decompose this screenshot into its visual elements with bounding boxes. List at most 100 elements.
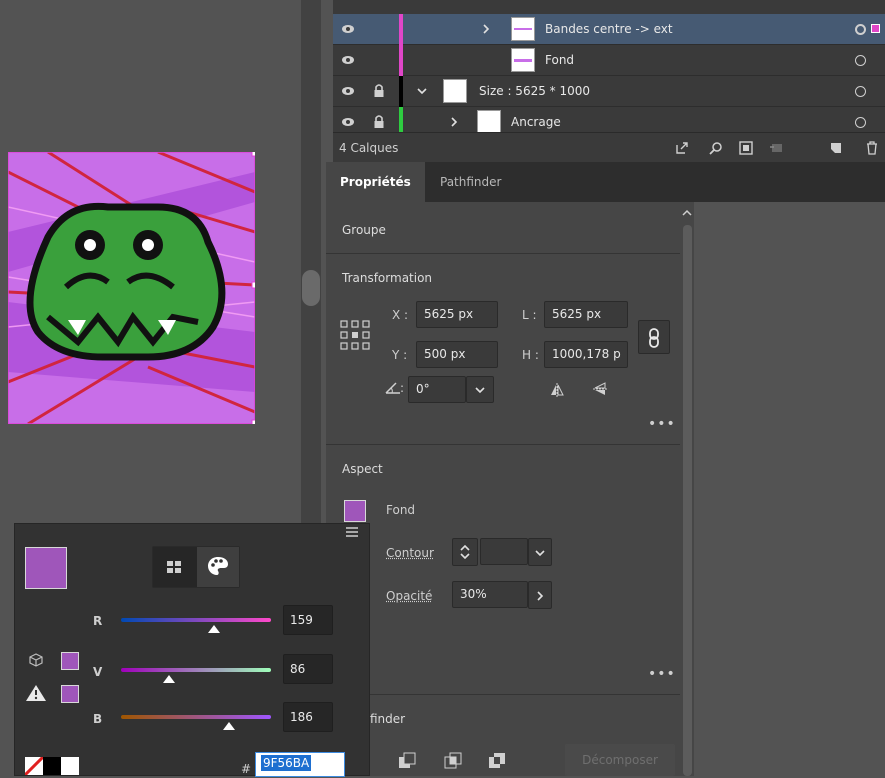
out-of-gamut-warning-icon[interactable] <box>25 684 47 702</box>
out-of-web-gamut-cube-icon[interactable] <box>29 653 43 667</box>
white-color-swatch[interactable] <box>61 757 79 775</box>
stroke-dropdown-button[interactable] <box>528 538 552 566</box>
tab-properties[interactable]: Propriétés <box>326 162 425 202</box>
target-icon[interactable] <box>855 55 866 66</box>
layer-name: Fond <box>545 53 574 67</box>
layer-name: Size : 5625 * 1000 <box>479 84 590 98</box>
opacity-label[interactable]: Opacité <box>386 589 432 603</box>
b-slider-thumb[interactable] <box>223 722 235 730</box>
layer-name: Bandes centre -> ext <box>545 22 673 36</box>
scroll-up-icon[interactable] <box>681 208 693 218</box>
lock-icon[interactable] <box>373 83 385 98</box>
chevron-down-icon[interactable] <box>415 84 429 98</box>
r-slider-thumb[interactable] <box>208 625 220 633</box>
r-value-input[interactable]: 159 <box>283 605 333 635</box>
new-sublayer-icon[interactable] <box>769 141 783 155</box>
width-input[interactable]: 5625 px <box>544 301 628 328</box>
layer-row-size[interactable]: Size : 5625 * 1000 <box>333 76 885 107</box>
height-label: H : <box>522 348 539 362</box>
stroke-label[interactable]: Contour <box>386 546 434 560</box>
palette-icon <box>207 556 229 576</box>
canvas-scrollbar-thumb[interactable] <box>302 270 320 306</box>
hex-value-selected: 9F56BA <box>261 755 311 771</box>
reference-point-icon[interactable] <box>340 320 370 350</box>
color-mode-toggle <box>152 546 240 588</box>
none-color-swatch[interactable] <box>25 757 43 775</box>
link-icon <box>647 328 661 348</box>
target-icon[interactable] <box>855 86 866 97</box>
height-input[interactable]: 1000,178 p <box>544 341 628 368</box>
fill-color-swatch[interactable] <box>344 500 366 522</box>
clipping-mask-icon[interactable] <box>739 141 753 155</box>
in-gamut-color-swatch[interactable] <box>61 685 79 703</box>
stroke-weight-stepper[interactable] <box>452 538 478 566</box>
current-color-swatch[interactable] <box>25 547 67 589</box>
r-label: R <box>93 614 102 628</box>
color-mixer-mode-button[interactable] <box>197 547 239 587</box>
angle-input[interactable]: 0° <box>408 376 466 403</box>
panel-menu-icon[interactable] <box>345 526 359 538</box>
visibility-eye-icon[interactable] <box>341 22 355 36</box>
layer-name: Ancrage <box>511 115 561 129</box>
b-slider-track[interactable] <box>121 715 271 719</box>
opacity-flyout-button[interactable] <box>528 581 552 609</box>
target-selected-icon[interactable] <box>855 24 866 35</box>
layer-thumbnail <box>443 79 467 103</box>
chevron-right-icon[interactable] <box>479 22 493 36</box>
target-icon[interactable] <box>855 117 866 128</box>
b-value-input[interactable]: 186 <box>283 702 333 732</box>
angle-colon: : <box>400 381 404 395</box>
hex-input[interactable]: 9F56BA <box>255 752 345 777</box>
v-label: V <box>93 665 102 679</box>
angle-dropdown-button[interactable] <box>466 376 494 403</box>
layer-row-bandes[interactable]: Bandes centre -> ext <box>333 14 885 45</box>
intersect-icon[interactable] <box>444 752 462 770</box>
expand-button[interactable]: Décomposer <box>565 744 675 776</box>
black-color-swatch[interactable] <box>43 757 61 775</box>
minus-front-icon[interactable] <box>398 752 416 770</box>
layer-row-fond[interactable]: Fond <box>333 45 885 76</box>
pathfinder-section-title: finder <box>370 712 405 726</box>
divider <box>326 253 680 254</box>
x-label: X : <box>392 308 408 322</box>
divider <box>326 444 680 445</box>
visibility-eye-icon[interactable] <box>341 84 355 98</box>
web-safe-color-swatch[interactable] <box>61 652 79 670</box>
lock-icon[interactable] <box>373 114 385 129</box>
tab-pathfinder[interactable]: Pathfinder <box>426 162 515 202</box>
new-layer-icon[interactable] <box>829 141 843 155</box>
layer-thumbnail <box>477 110 501 134</box>
export-icon[interactable] <box>675 141 689 155</box>
selected-artwork[interactable] <box>8 152 255 424</box>
opacity-input[interactable]: 30% <box>452 581 528 608</box>
layer-thumbnail <box>511 17 535 41</box>
trash-icon[interactable] <box>865 141 879 155</box>
v-value-input[interactable]: 86 <box>283 654 333 684</box>
v-slider-track[interactable] <box>121 668 271 672</box>
swatches-mode-button[interactable] <box>153 547 195 587</box>
chevron-right-icon[interactable] <box>447 115 461 129</box>
constrain-proportions-button[interactable] <box>638 320 670 354</box>
visibility-eye-icon[interactable] <box>341 53 355 67</box>
aspect-more-options[interactable]: ••• <box>648 666 676 682</box>
v-slider-thumb[interactable] <box>163 675 175 683</box>
stroke-weight-input[interactable] <box>480 538 528 565</box>
chevron-right-icon <box>535 590 545 602</box>
chevron-down-icon <box>534 548 546 558</box>
x-input[interactable]: 5625 px <box>416 301 498 328</box>
layer-color-bar <box>399 76 403 107</box>
layer-color-bar <box>399 45 403 76</box>
flip-horizontal-icon[interactable] <box>549 383 565 397</box>
transform-more-options[interactable]: ••• <box>648 416 676 432</box>
search-icon[interactable] <box>709 141 723 155</box>
flip-vertical-icon[interactable] <box>593 381 607 397</box>
y-input[interactable]: 500 px <box>416 341 498 368</box>
chevron-down-icon <box>474 385 486 395</box>
fill-label: Fond <box>386 503 415 517</box>
selection-square-icon <box>871 24 880 33</box>
exclude-icon[interactable] <box>488 752 506 770</box>
width-label: L : <box>522 308 537 322</box>
r-slider-track[interactable] <box>121 618 271 622</box>
visibility-eye-icon[interactable] <box>341 115 355 129</box>
properties-scrollbar-thumb[interactable] <box>683 225 692 776</box>
